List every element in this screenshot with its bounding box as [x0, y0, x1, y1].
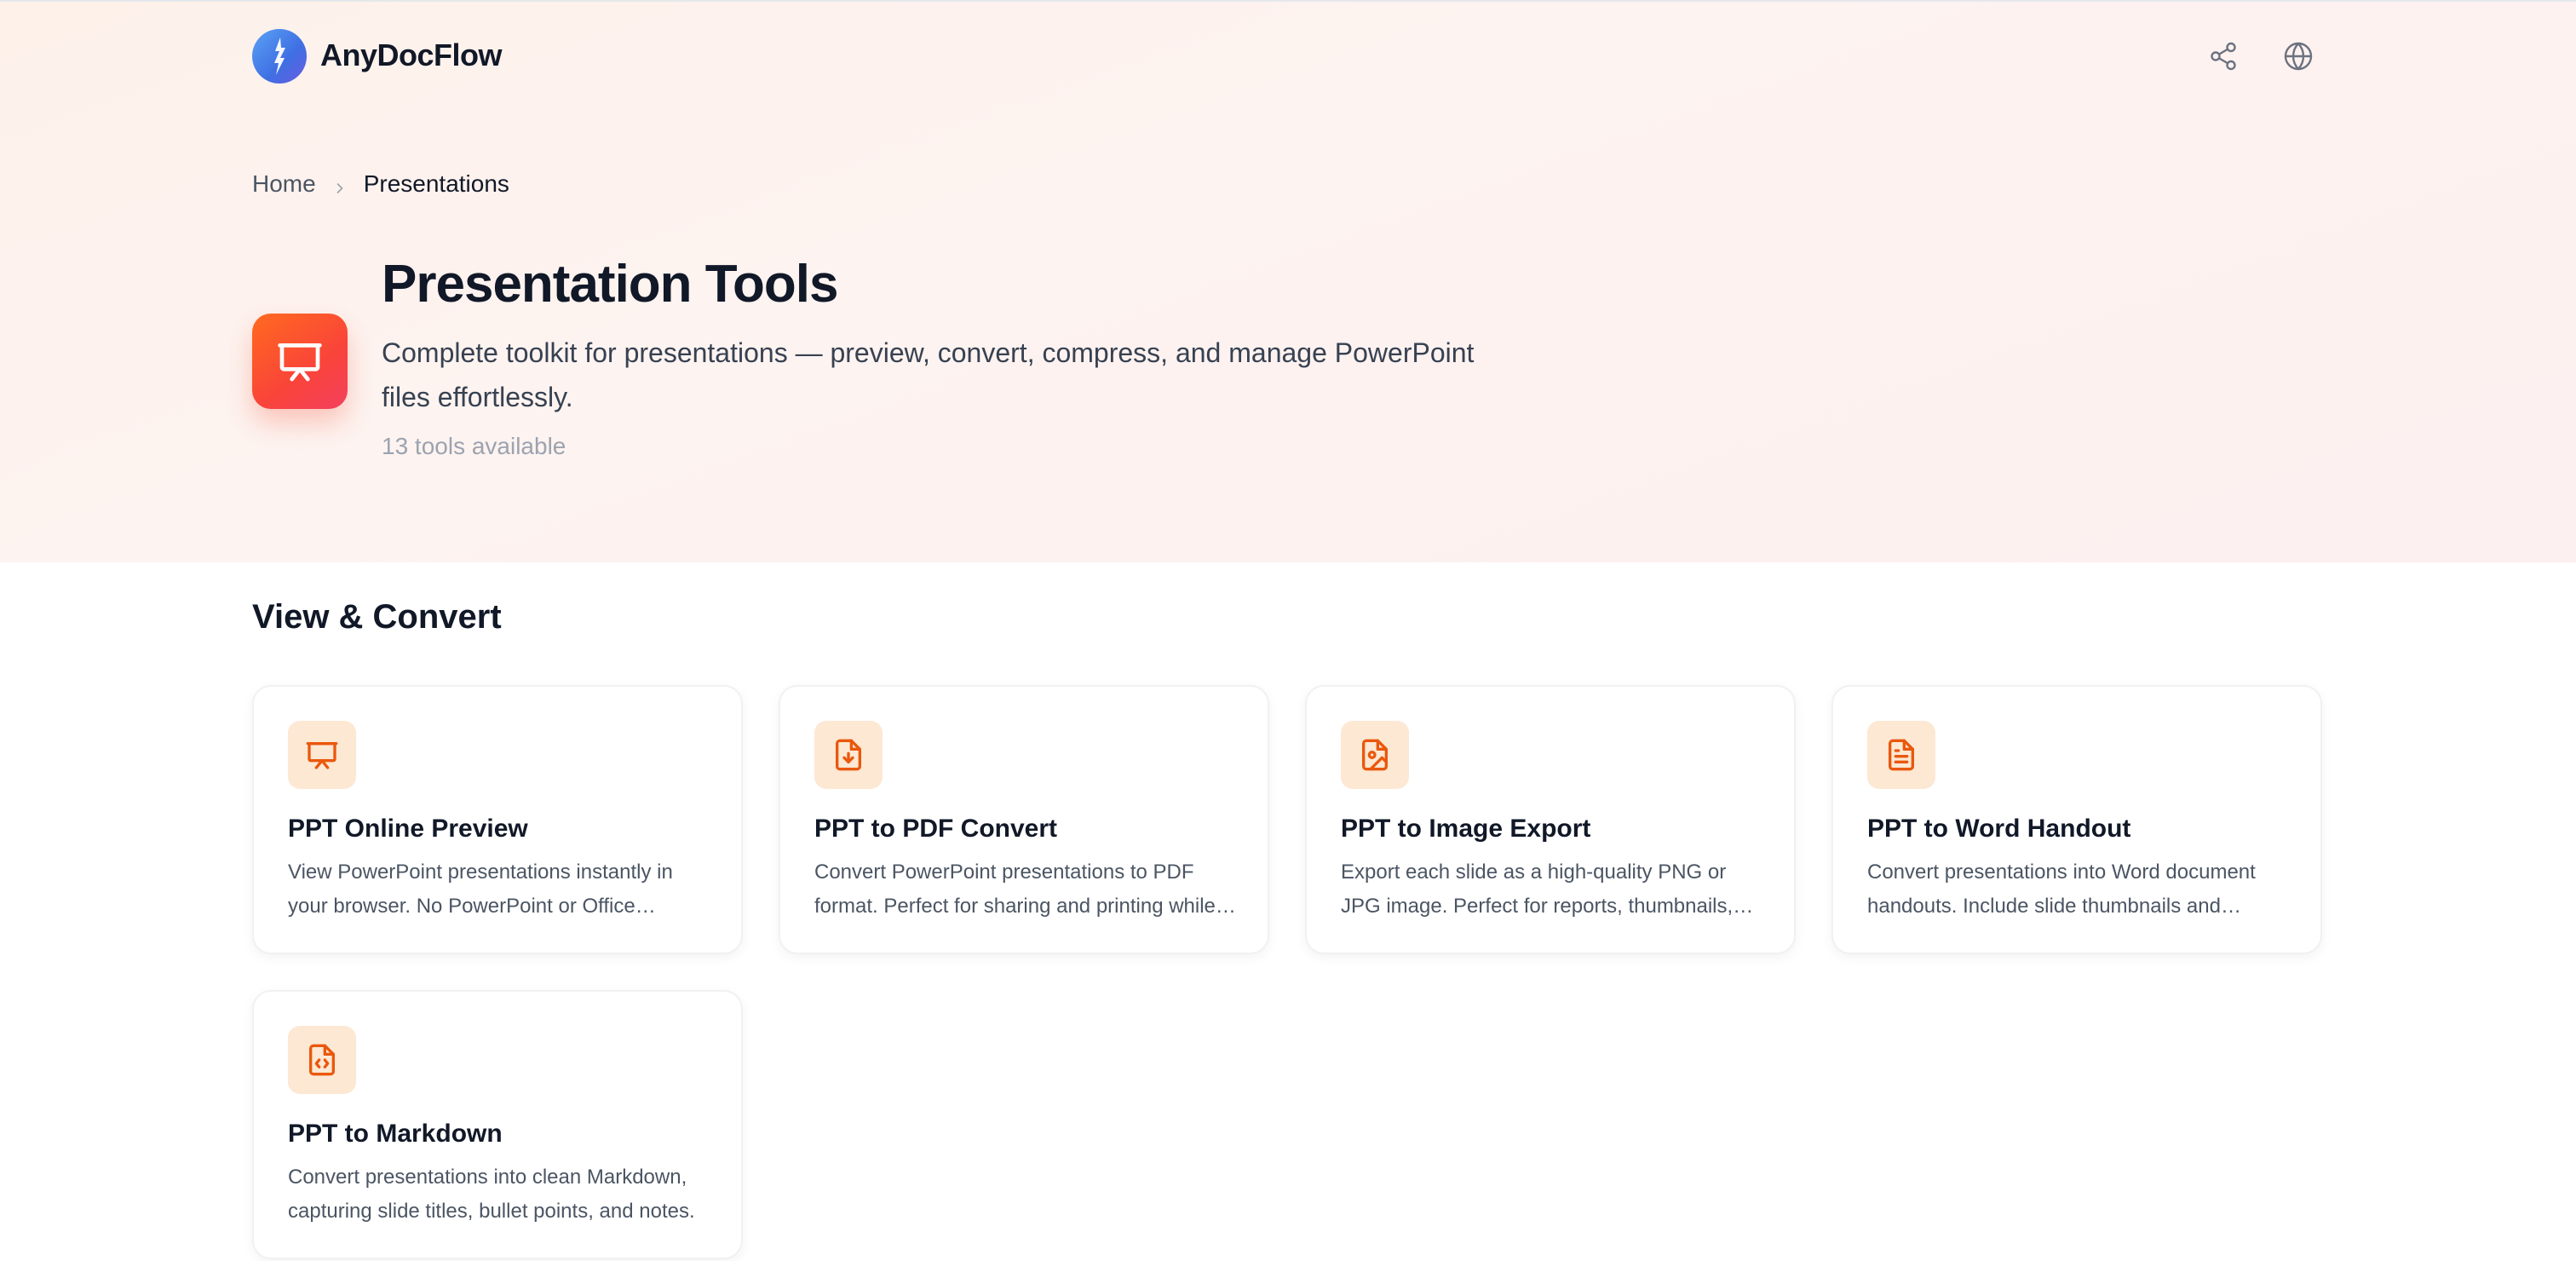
tool-card-title: PPT Online Preview [288, 815, 528, 843]
tool-card-ppt-to-pdf[interactable]: PPT to PDF Convert Convert PowerPoint pr… [779, 685, 1269, 954]
top-navigation: AnyDocFlow [252, 27, 2324, 87]
tool-card-ppt-online-preview[interactable]: PPT Online Preview View PowerPoint prese… [252, 685, 743, 954]
tool-card-title: PPT to Image Export [1341, 815, 1591, 843]
anydocflow-logo-icon[interactable] [252, 29, 307, 83]
presentation-icon [252, 314, 348, 409]
tool-card-ppt-to-markdown[interactable]: PPT to Markdown Convert presentations in… [252, 990, 743, 1259]
tool-card-description: Convert presentations into Word document… [1867, 861, 2256, 918]
tool-card-ppt-to-word[interactable]: PPT to Word Handout Convert presentation… [1831, 685, 2322, 954]
page-title: Presentation Tools [382, 255, 838, 314]
globe-icon[interactable] [2283, 41, 2314, 72]
section-title: View & Convert [252, 598, 502, 636]
tool-card-description: View PowerPoint presentations instantly … [288, 861, 673, 918]
breadcrumb: Home Presentations [252, 167, 509, 201]
tool-card-description: Export each slide as a high-quality PNG … [1341, 861, 1734, 918]
file-download-icon [814, 721, 883, 789]
tool-card-title: PPT to Markdown [288, 1120, 503, 1148]
presentation-icon [288, 721, 356, 789]
hero-section: AnyDocFlow Home Presentations Presentati… [0, 2, 2576, 562]
file-code-icon [288, 1026, 356, 1094]
app-name[interactable]: AnyDocFlow [320, 37, 503, 73]
tool-card-title: PPT to Word Handout [1867, 815, 2131, 843]
breadcrumb-current: Presentations [363, 170, 509, 197]
page: AnyDocFlow Home Presentations Presentati… [0, 0, 2576, 1261]
tool-card-ppt-to-image[interactable]: PPT to Image Export Export each slide as… [1305, 685, 1796, 954]
file-text-icon [1867, 721, 1935, 789]
tools-count: 13 tools available [382, 433, 566, 459]
tool-card-description: Convert PowerPoint presentations to PDF … [814, 861, 1216, 918]
tool-card-description: Convert presentations into clean Markdow… [288, 1166, 695, 1223]
page-description: Complete toolkit for presentations — pre… [382, 337, 1475, 412]
file-image-icon [1341, 721, 1409, 789]
share-icon[interactable] [2208, 41, 2239, 72]
tool-card-title: PPT to PDF Convert [814, 815, 1058, 843]
breadcrumb-home-link[interactable]: Home [252, 170, 316, 198]
chevron-right-icon [331, 176, 348, 193]
